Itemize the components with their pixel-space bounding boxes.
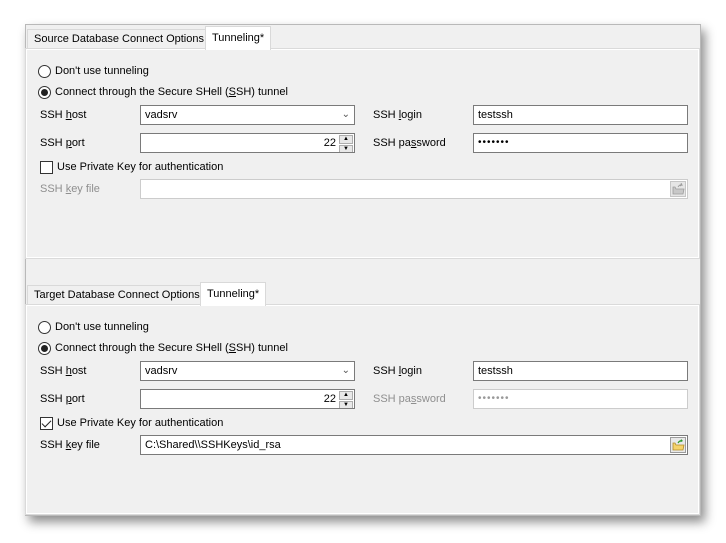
source-ssh-password-input[interactable]: •••••••	[473, 133, 688, 153]
source-ssh-port-spinner[interactable]: 22 ▲ ▼	[140, 133, 355, 153]
radio-button[interactable]	[38, 64, 51, 78]
source-ssh-password-label: SSH password	[373, 137, 446, 149]
source-ssh-host-label: SSH host	[40, 109, 87, 121]
target-radio-ssh-tunnel[interactable]: Connect through the Secure SHell (SSH) t…	[38, 340, 288, 356]
target-tab-bar: Target Database Connect Options Tunnelin…	[26, 281, 700, 306]
folder-open-icon	[672, 183, 685, 195]
chevron-down-icon[interactable]: ⌄	[342, 106, 350, 124]
target-tunneling-panel: Don't use tunneling Connect through the …	[25, 304, 700, 515]
target-radio-no-tunnel[interactable]: Don't use tunneling	[38, 319, 149, 335]
source-use-private-key-checkbox[interactable]: Use Private Key for authentication	[40, 159, 223, 175]
source-ssh-key-file-input[interactable]	[140, 179, 688, 199]
radio-button[interactable]	[38, 85, 51, 99]
browse-button[interactable]	[670, 437, 686, 453]
source-section: Source Database Connect Options Tunnelin…	[25, 25, 700, 259]
target-ssh-password-label: SSH password	[373, 393, 446, 405]
target-ssh-port-label: SSH port	[40, 393, 85, 405]
source-ssh-port-label: SSH port	[40, 137, 85, 149]
radio-label: Don't use tunneling	[55, 65, 149, 77]
target-ssh-password-input[interactable]: •••••••	[473, 389, 688, 409]
source-radio-ssh-tunnel[interactable]: Connect through the Secure SHell (SSH) t…	[38, 84, 288, 100]
spin-down-icon[interactable]: ▼	[339, 145, 353, 152]
source-tunneling-panel: Don't use tunneling Connect through the …	[25, 48, 700, 259]
radio-button[interactable]	[38, 320, 51, 334]
radio-label: Don't use tunneling	[55, 321, 149, 333]
source-tab-bar: Source Database Connect Options Tunnelin…	[26, 25, 700, 50]
radio-button[interactable]	[38, 341, 51, 355]
spinner-buttons[interactable]: ▲ ▼	[339, 135, 353, 152]
spin-up-icon[interactable]: ▲	[339, 135, 353, 144]
source-ssh-key-file-label: SSH key file	[40, 183, 100, 195]
tab-target-connect-options[interactable]: Target Database Connect Options	[27, 285, 207, 305]
target-ssh-key-file-input[interactable]: C:\Shared\\SSHKeys\id_rsa	[140, 435, 688, 455]
checkbox[interactable]	[40, 160, 53, 174]
target-section: Target Database Connect Options Tunnelin…	[25, 281, 700, 515]
browse-button[interactable]	[670, 181, 686, 197]
target-ssh-login-label: SSH login	[373, 365, 422, 377]
source-ssh-login-input[interactable]: testssh	[473, 105, 688, 125]
tab-source-connect-options[interactable]: Source Database Connect Options	[27, 29, 211, 49]
tab-source-tunneling[interactable]: Tunneling*	[205, 26, 272, 50]
chevron-down-icon[interactable]: ⌄	[342, 362, 350, 380]
target-use-private-key-checkbox[interactable]: Use Private Key for authentication	[40, 415, 223, 431]
target-ssh-key-file-label: SSH key file	[40, 439, 100, 451]
target-ssh-login-input[interactable]: testssh	[473, 361, 688, 381]
spinner-buttons[interactable]: ▲ ▼	[339, 391, 353, 408]
source-radio-no-tunnel[interactable]: Don't use tunneling	[38, 63, 149, 79]
checkbox[interactable]	[40, 416, 53, 430]
target-ssh-host-combo[interactable]: vadsrv ⌄	[140, 361, 355, 381]
target-ssh-port-spinner[interactable]: 22 ▲ ▼	[140, 389, 355, 409]
tab-target-tunneling[interactable]: Tunneling*	[200, 282, 267, 306]
radio-label: Connect through the Secure SHell (SSH) t…	[55, 342, 288, 354]
checkbox-label: Use Private Key for authentication	[57, 161, 224, 173]
target-ssh-host-label: SSH host	[40, 365, 87, 377]
checkbox-label: Use Private Key for authentication	[57, 417, 224, 429]
spin-down-icon[interactable]: ▼	[339, 401, 353, 408]
spin-up-icon[interactable]: ▲	[339, 391, 353, 400]
source-ssh-login-label: SSH login	[373, 109, 422, 121]
radio-label: Connect through the Secure SHell (SSH) t…	[55, 86, 288, 98]
tunneling-settings-window: Source Database Connect Options Tunnelin…	[25, 24, 701, 516]
folder-open-icon	[672, 439, 685, 451]
source-ssh-host-combo[interactable]: vadsrv ⌄	[140, 105, 355, 125]
